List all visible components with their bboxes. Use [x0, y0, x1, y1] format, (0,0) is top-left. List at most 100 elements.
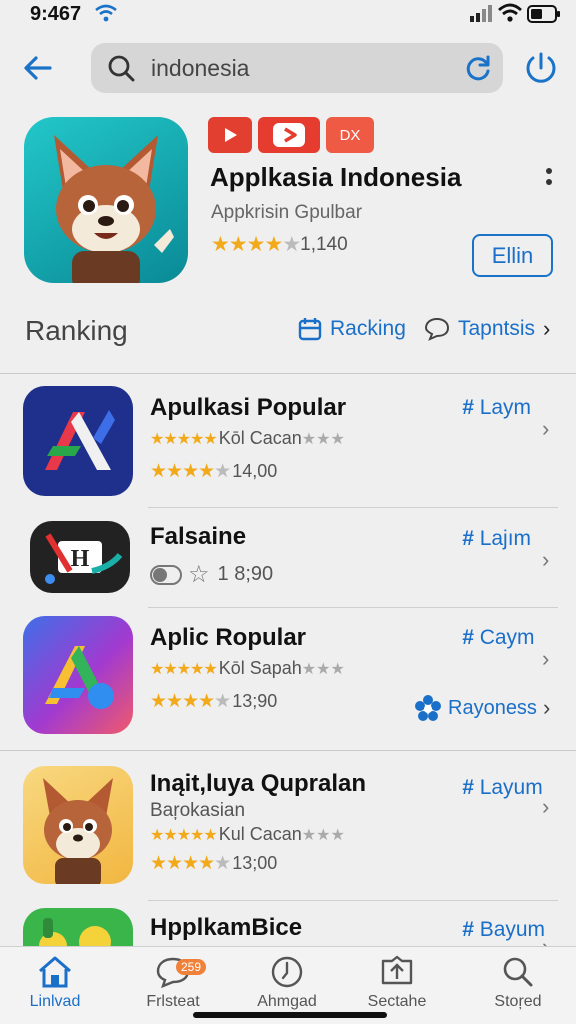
- app-extra-label: Rayoness: [448, 696, 537, 719]
- star-rating-icon: ★★★★★: [150, 826, 218, 844]
- app-rating-text: 13;00: [232, 853, 278, 873]
- app-name: Inąit,luya Qupralan: [150, 770, 367, 797]
- chevron-right-icon: ›: [542, 416, 550, 441]
- star-rating-icon: ★★★★★: [150, 853, 231, 874]
- star-rating-icon: ★★★★★: [150, 660, 218, 678]
- hash-icon: #: [462, 918, 474, 941]
- app-meta-text: Kōl Sapah: [218, 658, 302, 678]
- tab-search-label: Stoŗed: [494, 993, 542, 1010]
- hash-icon: #: [462, 527, 474, 550]
- app-icon: [23, 766, 133, 884]
- power-icon[interactable]: [522, 49, 560, 87]
- star-rating-icon: ★★★★★: [211, 233, 301, 256]
- app-rating-line: ★★★★★ 14,00: [150, 460, 277, 483]
- app-action-label: Laym: [479, 396, 532, 419]
- app-action-link[interactable]: # Bayum: [462, 918, 545, 942]
- app-icon: [23, 386, 133, 496]
- play-icon: [225, 128, 237, 142]
- app-meta-text: Kōl Cacan: [218, 428, 302, 448]
- row-divider: [148, 607, 558, 608]
- back-icon[interactable]: [20, 50, 56, 86]
- row-divider: [148, 900, 558, 901]
- app-sub-line: Baŗokasian: [150, 800, 245, 822]
- app-action-link[interactable]: # Lajım: [462, 527, 531, 551]
- tab-tapntsis-label: Tapntsis: [458, 317, 536, 340]
- chevron-right-icon: ›: [542, 646, 550, 671]
- app-meta-line: ★★★★★ Kul Cacan ★★★: [150, 824, 345, 845]
- notification-badge: 259: [176, 959, 207, 975]
- flower-icon: [415, 695, 441, 721]
- tab-racking-label: Racking: [330, 317, 406, 340]
- home-indicator: [193, 1012, 387, 1018]
- tab-home[interactable]: Linlvad: [10, 955, 100, 1011]
- tab-tapntsis[interactable]: Tapntsis ›: [424, 316, 550, 342]
- svg-text:H: H: [71, 546, 90, 572]
- get-button[interactable]: Ellin: [472, 234, 553, 277]
- app-action-label: Caym: [479, 626, 535, 649]
- signal-icon: [470, 5, 492, 22]
- search-bar[interactable]: [91, 43, 503, 93]
- battery-icon: [527, 5, 560, 23]
- section-divider: [0, 373, 576, 374]
- app-meta-text: 1 8;90: [217, 563, 274, 585]
- wifi-icon: [498, 3, 522, 22]
- chevron-right-icon: ›: [542, 695, 551, 720]
- app-action-label: Layum: [479, 776, 543, 799]
- search-input[interactable]: [151, 51, 441, 85]
- play-badge: [208, 117, 252, 153]
- app-logo-icon: [45, 646, 114, 709]
- status-time: 9:467: [30, 3, 82, 25]
- chevron-right-icon: ›: [542, 547, 550, 572]
- featured-subtitle: Appkrisin Gpulbar: [211, 202, 363, 223]
- tab-ahmgad[interactable]: Ahmgad: [242, 955, 332, 1011]
- tab-sectahe[interactable]: Sectahe: [352, 955, 442, 1011]
- star-rating-icon: ★★★: [301, 430, 345, 448]
- app-meta-line: ☆ 1 8;90: [150, 560, 273, 589]
- toggle-icon: [150, 564, 182, 585]
- app-icon: [23, 616, 133, 734]
- ranking-title: Ranking: [25, 315, 128, 346]
- tab-racking[interactable]: Racking: [298, 316, 406, 342]
- app-extra-link[interactable]: Rayoness ›: [414, 694, 550, 722]
- more-options-icon[interactable]: [545, 167, 553, 189]
- calendar-icon: [298, 318, 322, 341]
- tab-featured[interactable]: 259 Frlsteat: [128, 955, 218, 1011]
- tab-search[interactable]: Stoŗed: [473, 955, 563, 1011]
- status-bar: 9:467: [0, 0, 576, 32]
- fox-mascot-icon: [54, 135, 174, 283]
- star-outline-icon: ☆: [188, 561, 210, 588]
- star-rating-icon: ★★★: [301, 660, 345, 678]
- app-meta-line: ★★★★★ Kōl Cacan ★★★: [150, 428, 345, 449]
- app-meta-text: Kul Cacan: [218, 824, 302, 844]
- video-badge: [258, 117, 320, 153]
- app-rating-text: 13;90: [232, 691, 278, 711]
- star-rating-icon: ★★★★★: [150, 461, 231, 482]
- fox-mascot-icon: [43, 778, 113, 884]
- tab-ahmgad-label: Ahmgad: [257, 993, 317, 1010]
- app-name: Aplic Ropular: [150, 624, 307, 651]
- app-action-link[interactable]: # Layum: [462, 776, 543, 800]
- dx-badge: DX: [326, 117, 374, 153]
- chevron-right-icon: ›: [542, 794, 550, 819]
- app-rating-text: 14,00: [232, 461, 278, 481]
- app-action-link[interactable]: # Laym: [462, 396, 531, 420]
- app-rating-line: ★★★★★ 13;00: [150, 852, 277, 875]
- chat-bubble-icon: [424, 317, 450, 341]
- featured-app-icon[interactable]: [24, 117, 188, 283]
- star-rating-icon: ★★★★★: [150, 430, 218, 448]
- wifi-icon: [95, 4, 117, 22]
- app-action-link[interactable]: # Caym: [462, 626, 535, 650]
- app-icon: H: [30, 521, 130, 593]
- section-divider: [0, 750, 576, 751]
- app-name: HpplkamBice: [150, 914, 303, 941]
- refresh-icon[interactable]: [463, 53, 493, 83]
- home-icon: [39, 956, 71, 988]
- app-name: Apulkasi Popular: [150, 394, 347, 421]
- hash-icon: #: [462, 396, 474, 419]
- app-action-label: Lajım: [479, 527, 532, 550]
- row-divider: [148, 507, 558, 508]
- video-icon: [273, 123, 305, 147]
- app-action-label: Bayum: [479, 918, 546, 941]
- apps-icon: [381, 955, 413, 985]
- tab-home-label: Linlvad: [29, 993, 81, 1010]
